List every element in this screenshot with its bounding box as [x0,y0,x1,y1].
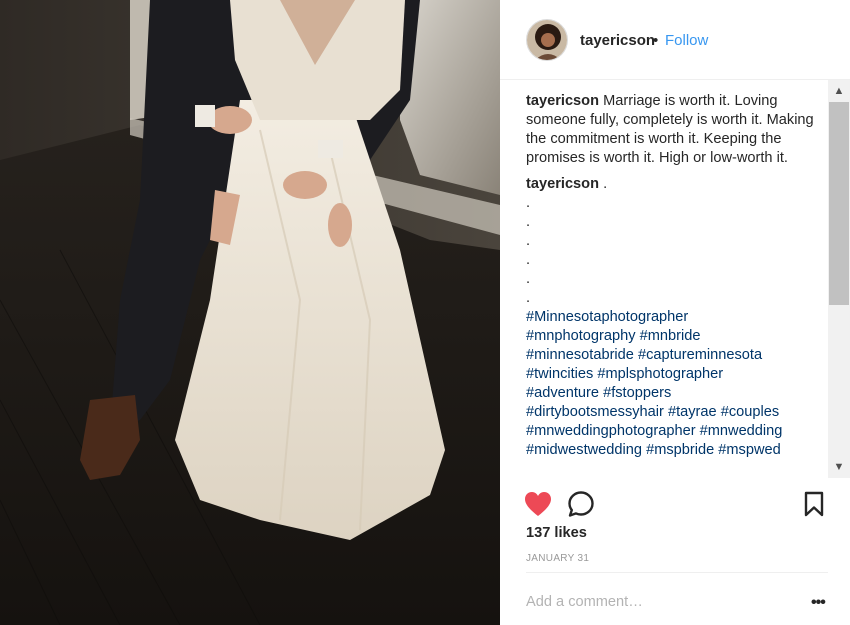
dot-line: . [526,214,531,230]
dot-line: . [526,195,531,211]
hashtag-link[interactable]: #mnweddingphotographer [526,423,696,439]
more-options-icon[interactable]: ••• [811,594,826,612]
avatar[interactable] [526,19,568,61]
heart-filled-icon [525,492,551,516]
post-details-panel: tayericson • Follow tayericson Marriage … [500,0,850,625]
hashtags: #Minnesotaphotographer #mnphotography #m… [526,308,821,460]
hashtag-link[interactable]: #captureminnesota [638,347,762,363]
save-button[interactable] [803,491,825,517]
follow-button[interactable]: Follow [665,32,708,49]
speech-bubble-icon [568,491,594,517]
header-separator: • [653,32,659,49]
scroll-up-arrow-icon[interactable]: ▲ [828,80,850,102]
hashtag-link[interactable]: #mnbride [640,328,701,344]
post-date[interactable]: JANUARY 31 [526,553,589,564]
comments-scrollbar[interactable]: ▲ ▼ [828,80,850,478]
scroll-down-arrow-icon[interactable]: ▼ [828,456,850,478]
dot-line: . [526,290,531,306]
hashtag-link[interactable]: #mplsphotographer [597,366,723,382]
hashtag-link[interactable]: #mnwedding [700,423,783,439]
comment-username[interactable]: tayericson [526,176,599,192]
post-actions: 137 likes JANUARY 31 [500,478,850,578]
hashtag-link[interactable]: #couples [721,404,779,420]
bookmark-icon [804,491,824,517]
dot-line: . [526,271,531,287]
header-username[interactable]: tayericson [580,32,655,49]
add-comment-input[interactable]: Add a comment… [526,594,643,610]
post-photo[interactable] [0,0,500,625]
hashtag-link[interactable]: #mspbride [646,442,714,458]
hashtag-link[interactable]: #fstoppers [603,385,671,401]
hashtag-link[interactable]: #minnesotabride [526,347,634,363]
dot-line: . [526,252,531,268]
comment-dots: . . . . . . [526,194,821,308]
avatar-image [527,20,567,60]
divider [526,572,828,573]
likes-count[interactable]: 137 likes [526,525,587,541]
comment-text: . [603,176,608,192]
comments-list[interactable]: tayericson Marriage is worth it. Loving … [526,92,821,476]
hashtag-link[interactable]: #midwestwedding [526,442,642,458]
hashtag-link[interactable]: #Minnesotaphotographer [526,309,688,325]
hashtag-link[interactable]: #mspwed [718,442,780,458]
hashtag-link[interactable]: #mnphotography [526,328,636,344]
hashtag-link[interactable]: #tayrae [668,404,717,420]
hashtag-link[interactable]: #dirtybootsmessyhair [526,404,664,420]
comment: tayericson . [526,175,821,194]
hashtag-link[interactable]: #adventure [526,385,599,401]
caption-username[interactable]: tayericson [526,93,599,109]
like-button[interactable] [524,491,552,517]
scrollbar-thumb[interactable] [829,102,849,305]
post-header: tayericson • Follow [500,0,850,80]
comment-button[interactable] [567,490,595,518]
dot-line: . [526,233,531,249]
caption: tayericson Marriage is worth it. Loving … [526,92,821,168]
hashtag-link[interactable]: #twincities [526,366,593,382]
wedding-couple-photo [0,0,500,625]
